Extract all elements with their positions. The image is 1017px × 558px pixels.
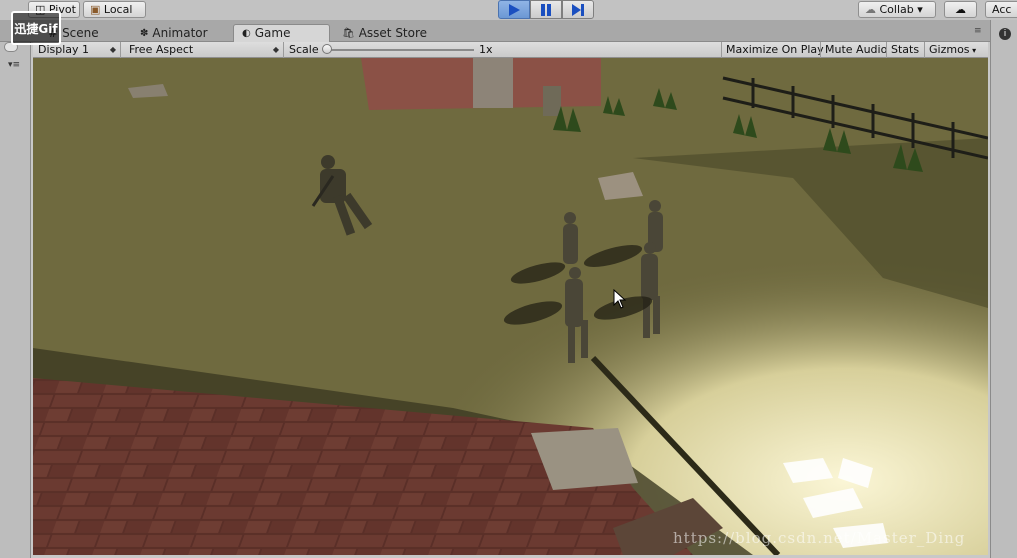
tab-animator[interactable]: ✽ Animator (132, 24, 216, 42)
aspect-dropdown[interactable]: Free Aspect ◆ (124, 42, 284, 58)
barrel (543, 86, 561, 116)
pause-button[interactable] (530, 0, 562, 19)
asset-store-icon: 🛍 (342, 27, 355, 39)
step-button[interactable] (562, 0, 594, 19)
account-label: Acc (992, 3, 1012, 16)
left-panel-menu-icon[interactable]: ▾≡ (8, 60, 20, 70)
left-panel-strip: ▾≡ (0, 42, 31, 558)
playback-controls (498, 0, 594, 19)
local-icon: ▣ (90, 3, 104, 16)
stats-label: Stats (891, 43, 920, 56)
view-tab-bar: #Scene ✽Animator ◐Game 🛍Asset Store ≡ (0, 20, 1017, 42)
local-toggle[interactable]: ▣ Local (83, 1, 146, 18)
unity-editor-window: ◫ Pivot ▣ Local ☁ Collab ▾ ☁ Acc Scene ✽… (0, 0, 1017, 558)
gif-watermark-label: 迅捷Gif (14, 21, 58, 36)
collab-dropdown[interactable]: ☁ Collab ▾ (858, 1, 936, 18)
scale-label: Scale (289, 43, 319, 56)
shed-door (473, 58, 513, 108)
account-dropdown[interactable]: Acc (985, 1, 1017, 18)
aspect-value: Free Aspect (129, 43, 194, 56)
tab-scene-label: Scene (62, 25, 99, 40)
mute-audio-label: Mute Audio (825, 43, 888, 56)
game-icon: ◐ (242, 28, 251, 39)
stats-toggle[interactable]: Stats (886, 42, 924, 58)
dropdown-arrow-icon: ▾ (969, 46, 977, 55)
dropdown-arrow-icon: ◆ (109, 45, 116, 54)
play-button[interactable] (498, 0, 530, 19)
game-view-header: Display 1 ◆ Free Aspect ◆ Scale 1x Maximiz… (33, 42, 988, 58)
gizmos-label: Gizmos (929, 43, 970, 56)
mute-audio-toggle[interactable]: Mute Audio (820, 42, 888, 58)
blog-url-watermark: https://blog.csdn.net/Master_Ding (673, 529, 966, 547)
main-toolbar: ◫ Pivot ▣ Local ☁ Collab ▾ ☁ Acc (0, 0, 1017, 20)
tab-asset-store[interactable]: 🛍 Asset Store (334, 24, 435, 42)
dropdown-arrow-icon: ◆ (272, 45, 279, 54)
cloud-check-icon: ☁ (865, 3, 880, 16)
right-panel-strip: i (990, 20, 1017, 558)
scale-value: 1x (479, 43, 493, 56)
maximize-on-play-label: Maximize On Play (726, 43, 824, 56)
tab-game[interactable]: ◐ Game (233, 24, 330, 42)
game-viewport[interactable] (33, 58, 988, 555)
local-label: Local (103, 3, 133, 16)
game-render (33, 58, 988, 555)
play-icon (509, 3, 520, 16)
tab-animator-label: Animator (152, 25, 208, 40)
scale-slider-knob[interactable] (322, 44, 332, 54)
collab-label: Collab ▾ (879, 3, 923, 16)
info-icon[interactable]: i (999, 28, 1011, 40)
maximize-on-play-toggle[interactable]: Maximize On Play (721, 42, 824, 58)
pause-icon (541, 3, 551, 16)
gif-recorder-watermark: 迅捷Gif (11, 11, 61, 45)
animator-icon: ✽ (140, 27, 149, 39)
gizmos-dropdown[interactable]: Gizmos ▾ (924, 42, 988, 58)
cloud-icon: ☁ (955, 3, 966, 16)
scale-slider-track[interactable] (326, 49, 474, 51)
panel-menu-icon[interactable]: ≡ (974, 26, 982, 36)
tab-game-label: Game (254, 26, 291, 40)
step-icon (572, 3, 584, 16)
tab-asset-store-label: Asset Store (358, 25, 428, 40)
mouse-cursor-icon (613, 289, 627, 309)
cloud-services-button[interactable]: ☁ (944, 1, 977, 18)
